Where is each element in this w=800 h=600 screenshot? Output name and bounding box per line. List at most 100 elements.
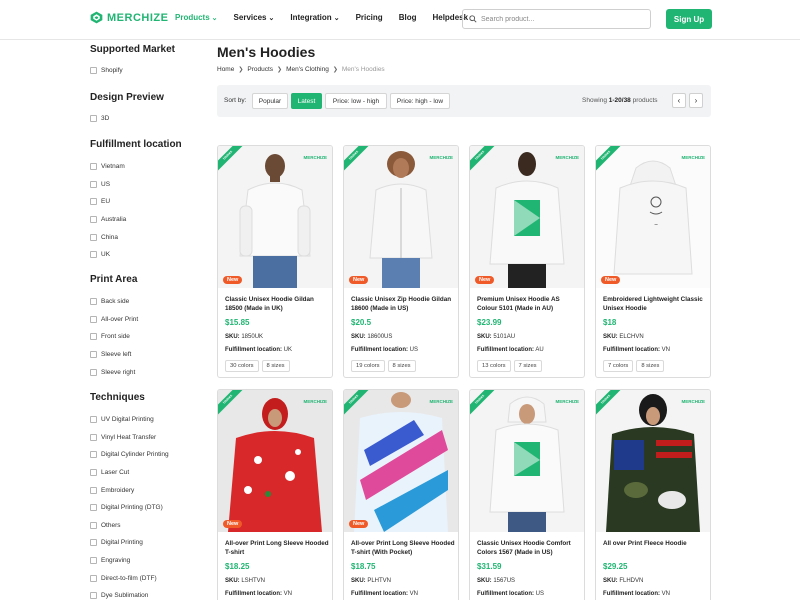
sort-price-high-low-button[interactable]: Price: high - low — [390, 93, 450, 109]
product-price: $18 — [603, 318, 617, 327]
filter-option[interactable]: Vinyl Heat Transfer — [90, 429, 200, 447]
breadcrumb: Home ❯ Products ❯ Men's Clothing ❯ Men's… — [217, 66, 385, 73]
brand-watermark: MERCHIZE — [555, 155, 580, 160]
checkbox[interactable] — [90, 115, 97, 123]
filter-option[interactable]: Direct-to-film (DTF) — [90, 569, 200, 587]
sizes-tag: 8 sizes — [636, 360, 665, 372]
product-image[interactable] — [218, 146, 332, 288]
product-price: $18.75 — [351, 562, 376, 571]
checkbox[interactable] — [90, 351, 97, 359]
checkbox[interactable] — [90, 233, 97, 241]
sort-price-low-high-button[interactable]: Price: low - high — [325, 93, 387, 109]
checkbox[interactable] — [90, 315, 97, 323]
search-box[interactable] — [462, 9, 651, 29]
filter-option[interactable]: Laser Cut — [90, 464, 200, 482]
sort-latest-button[interactable]: Latest — [291, 93, 322, 109]
filter-option[interactable]: China — [90, 228, 200, 246]
checkbox[interactable] — [90, 574, 97, 582]
checkbox[interactable] — [90, 216, 97, 224]
filter-print-area: Print Area Back side All-over Print Fron… — [90, 274, 200, 381]
filter-option[interactable]: Shopify — [90, 62, 200, 80]
next-page-button[interactable]: › — [689, 93, 703, 108]
filter-option[interactable]: 3D — [90, 110, 200, 128]
breadcrumb-mens-clothing[interactable]: Men's Clothing — [286, 66, 329, 73]
filter-option[interactable]: Front side — [90, 328, 200, 346]
product-card[interactable]: Unisex MERCHIZE New Classic Unisex Hoodi… — [217, 145, 333, 378]
filter-title: Techniques — [90, 392, 145, 403]
checkbox[interactable] — [90, 557, 97, 565]
product-title[interactable]: All-over Print Long Sleeve Hooded T-shir… — [225, 539, 329, 557]
filter-option[interactable]: All-over Print — [90, 311, 200, 329]
product-card[interactable]: Unisex MERCHIZE New All-over Print Long … — [343, 389, 459, 600]
checkbox[interactable] — [90, 433, 97, 441]
product-image[interactable]: ~ — [596, 146, 710, 288]
checkbox[interactable] — [90, 469, 97, 477]
product-title[interactable]: Premium Unisex Hoodie AS Colour 5101 (Ma… — [477, 295, 581, 313]
checkbox[interactable] — [90, 298, 97, 306]
product-image[interactable] — [470, 390, 584, 532]
logo[interactable]: MERCHIZE — [90, 11, 168, 24]
nav-services[interactable]: Services ⌄ — [234, 13, 275, 22]
filter-option[interactable]: Sleeve left — [90, 346, 200, 364]
product-title[interactable]: Classic Unisex Zip Hoodie Gildan 18600 (… — [351, 295, 455, 313]
nav-products[interactable]: Products ⌄ — [175, 13, 218, 22]
checkbox[interactable] — [90, 521, 97, 529]
product-image[interactable] — [218, 390, 332, 532]
product-image[interactable] — [344, 146, 458, 288]
product-card[interactable]: Unisex MERCHIZE New Classic Unisex Zip H… — [343, 145, 459, 378]
filter-option[interactable]: Back side — [90, 293, 200, 311]
checkbox[interactable] — [90, 486, 97, 494]
checkbox[interactable] — [90, 251, 97, 259]
filter-option[interactable]: Embroidery — [90, 481, 200, 499]
filter-option[interactable]: Vietnam — [90, 158, 200, 176]
product-image[interactable] — [596, 390, 710, 532]
filter-option[interactable]: Digital Cylinder Printing — [90, 446, 200, 464]
product-price: $31.59 — [477, 562, 502, 571]
filter-option[interactable]: Sleeve right — [90, 363, 200, 381]
checkbox[interactable] — [90, 592, 97, 600]
product-title[interactable]: Classic Unisex Hoodie Gildan 18500 (Made… — [225, 295, 329, 313]
checkbox[interactable] — [90, 504, 97, 512]
checkbox[interactable] — [90, 368, 97, 376]
product-title[interactable]: Embroidered Lightweight Classic Unisex H… — [603, 295, 707, 313]
nav-integration[interactable]: Integration ⌄ — [290, 13, 339, 22]
product-card[interactable]: Unisex MERCHIZE All over Print Fleece Ho… — [595, 389, 711, 600]
product-image[interactable] — [344, 390, 458, 532]
product-title[interactable]: Classic Unisex Hoodie Comfort Colors 156… — [477, 539, 581, 557]
checkbox[interactable] — [90, 67, 97, 75]
product-title[interactable]: All over Print Fleece Hoodie — [603, 539, 707, 548]
product-card[interactable]: ~ Unisex MERCHIZE New Embroidered Lightw… — [595, 145, 711, 378]
prev-page-button[interactable]: ‹ — [672, 93, 686, 108]
product-card[interactable]: Unisex MERCHIZE Classic Unisex Hoodie Co… — [469, 389, 585, 600]
filter-option[interactable]: Digital Printing (DTG) — [90, 499, 200, 517]
colors-tag: 7 colors — [603, 360, 634, 372]
filter-option[interactable]: US — [90, 176, 200, 194]
breadcrumb-home[interactable]: Home — [217, 66, 234, 73]
filter-option[interactable]: Others — [90, 517, 200, 535]
search-input[interactable] — [481, 15, 641, 23]
product-image[interactable] — [470, 146, 584, 288]
filter-option[interactable]: EU — [90, 193, 200, 211]
filter-option[interactable]: UV Digital Printing — [90, 411, 200, 429]
sort-popular-button[interactable]: Popular — [252, 93, 288, 109]
checkbox[interactable] — [90, 333, 97, 341]
filter-option[interactable]: Dye Sublimation — [90, 587, 200, 600]
checkbox[interactable] — [90, 180, 97, 188]
signup-button[interactable]: Sign Up — [666, 9, 712, 29]
product-card[interactable]: Unisex MERCHIZE New Premium Unisex Hoodi… — [469, 145, 585, 378]
nav-pricing[interactable]: Pricing — [356, 13, 383, 22]
breadcrumb-products[interactable]: Products — [247, 66, 273, 73]
nav-blog[interactable]: Blog — [399, 13, 417, 22]
filter-option[interactable]: Engraving — [90, 552, 200, 570]
new-badge: New — [349, 520, 369, 528]
filter-option[interactable]: UK — [90, 246, 200, 264]
checkbox[interactable] — [90, 416, 97, 424]
checkbox[interactable] — [90, 539, 97, 547]
product-card[interactable]: Unisex MERCHIZE New All-over Print Long … — [217, 389, 333, 600]
checkbox[interactable] — [90, 163, 97, 171]
product-title[interactable]: All-over Print Long Sleeve Hooded T-shir… — [351, 539, 455, 557]
filter-option[interactable]: Digital Printing — [90, 534, 200, 552]
checkbox[interactable] — [90, 451, 97, 459]
checkbox[interactable] — [90, 198, 97, 206]
filter-option[interactable]: Australia — [90, 211, 200, 229]
